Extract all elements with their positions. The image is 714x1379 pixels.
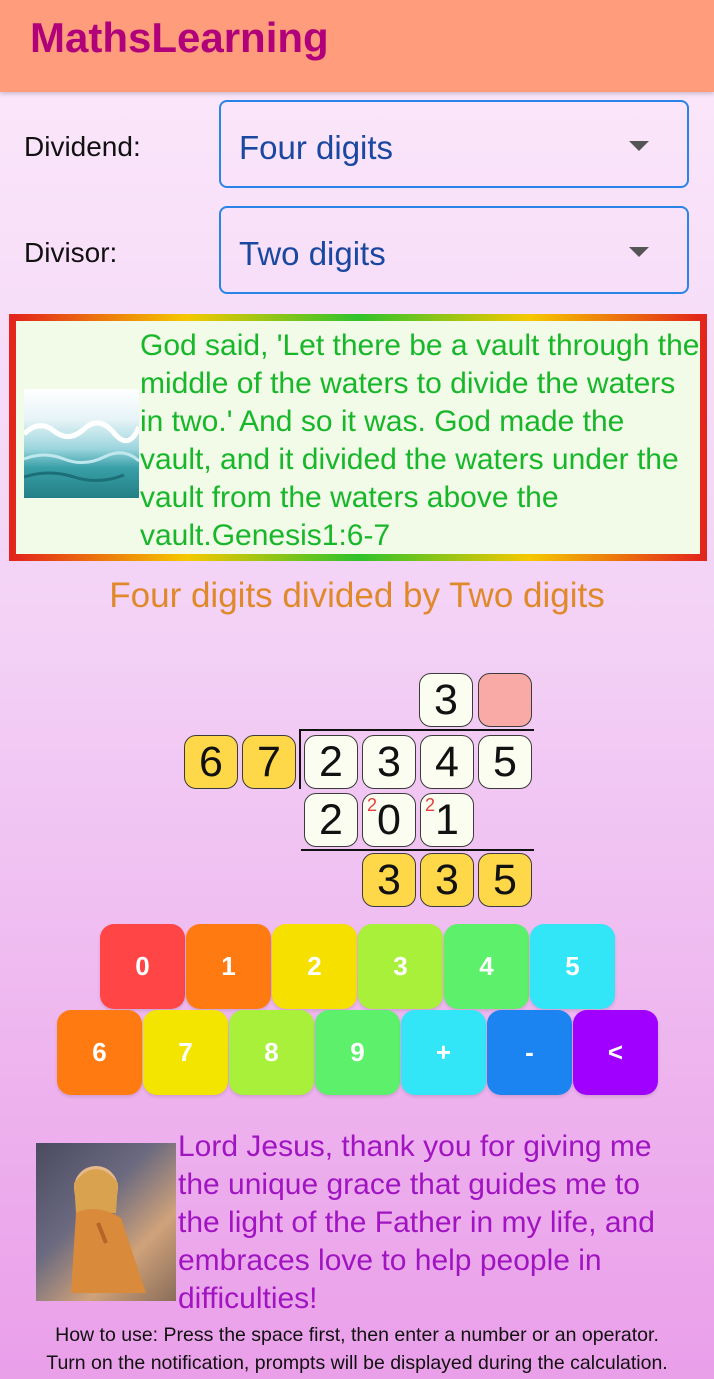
key-button[interactable]: 3 — [358, 924, 443, 1009]
divisor-digit[interactable]: 7 — [242, 735, 296, 789]
key-button[interactable]: 1 — [186, 924, 271, 1009]
how-to-line-2: Turn on the notification, prompts will b… — [46, 1352, 668, 1374]
key-button[interactable]: 4 — [444, 924, 529, 1009]
product-digit[interactable]: 2 — [304, 793, 358, 847]
quotient-digit-active[interactable] — [478, 673, 532, 727]
carry-digit: 2 — [425, 795, 436, 815]
divisor-digit[interactable]: 6 — [184, 735, 238, 789]
dividend-digit[interactable]: 2 — [304, 735, 358, 789]
app-title: MathsLearning — [30, 14, 329, 61]
key-button[interactable]: 9 — [315, 1010, 400, 1095]
dividend-select[interactable]: Four digits — [219, 100, 689, 188]
praying-girl-image — [36, 1143, 176, 1301]
key-button[interactable]: + — [401, 1010, 486, 1095]
remainder-digit[interactable]: 3 — [420, 853, 474, 907]
dividend-label: Dividend: — [24, 131, 141, 162]
divisor-select[interactable]: Two digits — [219, 206, 689, 294]
key-button[interactable]: 8 — [229, 1010, 314, 1095]
prayer-text: Lord Jesus, thank you for giving me the … — [178, 1130, 655, 1315]
dividend-digit[interactable]: 4 — [420, 735, 474, 789]
dividend-selected-value: Four digits — [239, 129, 394, 166]
key-button[interactable]: 5 — [530, 924, 615, 1009]
division-bar — [301, 729, 534, 731]
app-bar: MathsLearning — [0, 0, 714, 92]
divisor-label: Divisor: — [24, 237, 118, 268]
division-bracket — [299, 729, 301, 789]
key-button[interactable]: 2 — [272, 924, 357, 1009]
verse-text: God said, 'Let there be a vault through … — [140, 329, 700, 552]
key-button[interactable]: - — [487, 1010, 572, 1095]
dividend-digit[interactable]: 3 — [362, 735, 416, 789]
dropdown-arrow-icon — [629, 247, 649, 257]
key-button[interactable]: 0 — [100, 924, 185, 1009]
bible-verse-panel: God said, 'Let there be a vault through … — [9, 314, 707, 561]
remainder-digit[interactable]: 5 — [478, 853, 532, 907]
subtraction-line — [301, 849, 534, 851]
carry-digit: 2 — [367, 795, 378, 815]
key-button[interactable]: < — [573, 1010, 658, 1095]
quotient-digit[interactable]: 3 — [419, 673, 473, 727]
key-button[interactable]: 6 — [57, 1010, 142, 1095]
divisor-selected-value: Two digits — [239, 235, 386, 272]
ocean-waves-image — [22, 389, 142, 498]
remainder-digit[interactable]: 3 — [362, 853, 416, 907]
how-to-line-1: How to use: Press the space first, then … — [55, 1324, 659, 1346]
key-button[interactable]: 7 — [143, 1010, 228, 1095]
problem-title: Four digits divided by Two digits — [109, 576, 605, 615]
dividend-digit[interactable]: 5 — [478, 735, 532, 789]
dropdown-arrow-icon — [629, 141, 649, 151]
